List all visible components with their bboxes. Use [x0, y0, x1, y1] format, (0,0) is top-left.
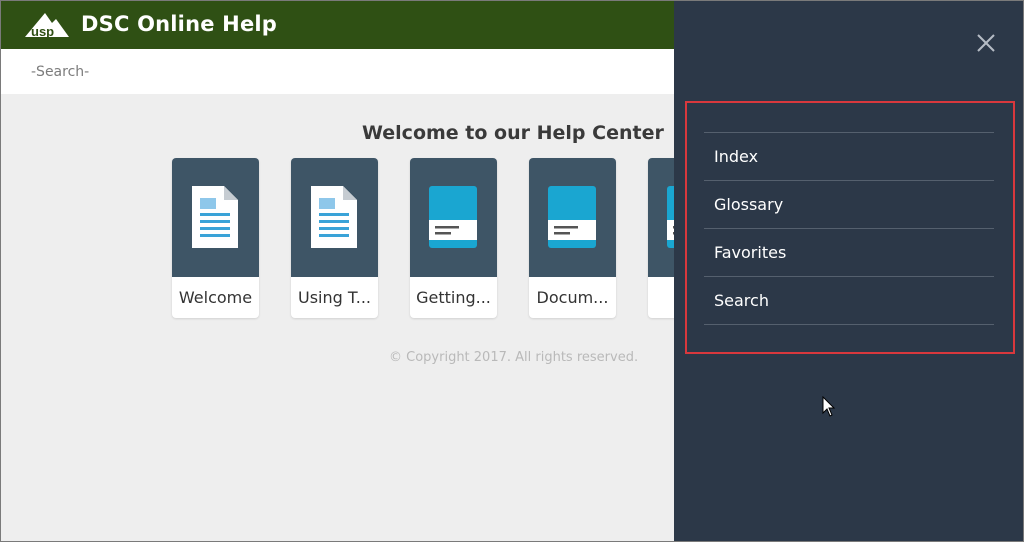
- tile-label: Docum...: [536, 288, 609, 307]
- tile-label: Welcome: [178, 288, 253, 307]
- search-bar: [1, 49, 674, 94]
- menu-item-glossary[interactable]: Glossary: [704, 181, 994, 229]
- tile-getting-started[interactable]: Getting...: [410, 158, 497, 318]
- header-bar: usp DSC Online Help: [1, 1, 674, 49]
- mouse-cursor-icon: [822, 396, 836, 417]
- document-icon: [311, 186, 357, 248]
- side-menu-panel: Index Glossary Favorites Search: [674, 1, 1023, 541]
- app-window: usp DSC Online Help Welcome to our Help …: [0, 0, 1024, 542]
- tile-documentation[interactable]: Docum...: [529, 158, 616, 318]
- app-title: DSC Online Help: [81, 12, 278, 36]
- page-heading: Welcome to our Help Center: [362, 122, 664, 144]
- menu-item-index[interactable]: Index: [704, 133, 994, 181]
- svg-text:usp: usp: [31, 24, 54, 39]
- tile-label: Using T...: [297, 288, 371, 307]
- usp-logo: usp: [25, 13, 69, 39]
- close-icon[interactable]: [974, 31, 998, 55]
- tile-label: Getting...: [416, 288, 491, 307]
- copyright-text: © Copyright 2017. All rights reserved.: [389, 350, 639, 365]
- side-menu: Index Glossary Favorites Search: [704, 132, 994, 325]
- tile-welcome[interactable]: Welcome: [172, 158, 259, 318]
- tile-using[interactable]: Using T...: [291, 158, 378, 318]
- menu-item-search[interactable]: Search: [704, 277, 994, 325]
- book-icon: [429, 186, 477, 248]
- search-input[interactable]: [31, 61, 631, 83]
- document-icon: [192, 186, 238, 248]
- book-icon: [548, 186, 596, 248]
- menu-item-favorites[interactable]: Favorites: [704, 229, 994, 277]
